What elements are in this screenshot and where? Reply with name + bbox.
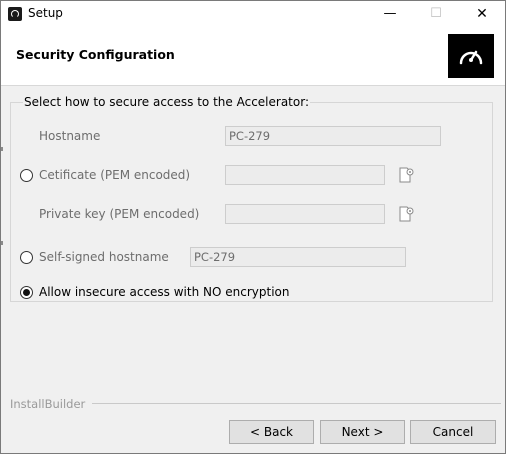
browse-file-icon[interactable] — [398, 167, 414, 183]
private-key-label: Private key (PEM encoded) — [39, 207, 200, 221]
certificate-radio[interactable] — [20, 169, 33, 182]
hostname-label: Hostname — [39, 129, 101, 143]
self-signed-hostname-field[interactable]: PC-279 — [190, 247, 406, 267]
title-bar: Setup — ☐ ✕ — [1, 1, 505, 27]
cancel-button[interactable]: Cancel — [410, 420, 496, 444]
back-button[interactable]: < Back — [229, 420, 314, 444]
edge-mark — [1, 241, 3, 245]
page-header: Security Configuration — [1, 27, 505, 86]
self-signed-radio[interactable] — [20, 251, 33, 264]
next-button[interactable]: Next > — [320, 420, 405, 444]
maximize-button[interactable]: ☐ — [413, 1, 459, 27]
close-button[interactable]: ✕ — [459, 1, 505, 27]
insecure-radio[interactable] — [20, 286, 33, 299]
window-title: Setup — [28, 6, 63, 20]
page-title: Security Configuration — [16, 47, 175, 62]
insecure-label: Allow insecure access with NO encryption — [39, 285, 290, 299]
certificate-field[interactable] — [225, 165, 385, 185]
minimize-button[interactable]: — — [367, 1, 413, 27]
hostname-field[interactable]: PC-279 — [225, 126, 441, 146]
private-key-field[interactable] — [225, 204, 385, 224]
speedometer-logo-icon — [448, 34, 494, 78]
setup-window: Setup — ☐ ✕ Security Configuration Selec… — [0, 0, 506, 454]
footer-divider — [92, 403, 501, 404]
browse-file-icon[interactable] — [398, 206, 414, 222]
edge-mark — [1, 147, 3, 151]
app-icon — [8, 7, 22, 21]
group-label: Select how to secure access to the Accel… — [23, 95, 310, 109]
certificate-label: Cetificate (PEM encoded) — [39, 168, 191, 182]
installbuilder-brand: InstallBuilder — [10, 397, 86, 411]
self-signed-label: Self-signed hostname — [39, 250, 169, 264]
